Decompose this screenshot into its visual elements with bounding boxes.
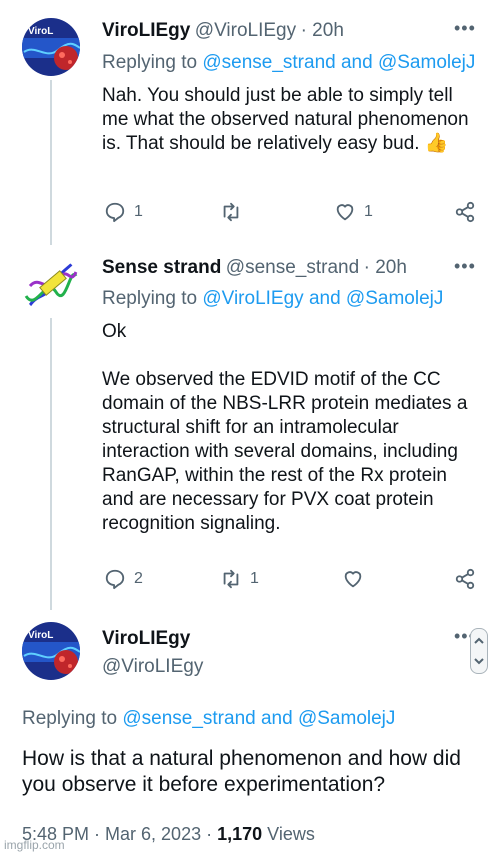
tweet-timestamp[interactable]: 5:48 PM · Mar 6, 2023 · 1,170 Views [22,824,315,845]
like-button[interactable] [342,568,372,590]
display-name[interactable]: ViroLIEgy [102,20,190,41]
more-options-icon[interactable]: ••• [454,18,476,39]
tweet-header: ViroLIEgy @ViroLIEgy · 20h [102,20,344,42]
heart-icon [336,204,354,221]
tweet-actions: 2 1 [102,568,480,592]
handle[interactable]: @ViroLIEgy [102,656,203,678]
replying-to: Replying to @sense_strand and @SamolejJ [22,708,395,730]
replying-prefix: Replying to [102,288,203,309]
retweet-button[interactable] [220,201,250,223]
reply-button[interactable]: 2 [104,568,143,590]
tweet-text: Ok We observed the EDVID motif of the CC… [102,321,468,534]
avatar-image: ViroL [22,18,80,76]
reply-button[interactable]: 1 [104,201,143,223]
watermark: imgflip.com [4,838,65,852]
tweet-time[interactable]: · 20h [301,20,344,41]
share-button[interactable] [454,568,476,590]
chevron-up-down-icon [474,637,484,665]
thread-line [50,80,52,245]
retweet-button[interactable]: 1 [220,568,259,590]
reply-count: 1 [134,203,143,220]
reply-icon [105,569,125,590]
tweet-time[interactable]: · 20h [364,257,407,278]
dna-helix-icon [24,260,78,309]
retweet-icon [223,202,239,222]
avatar-logo-text: ViroL [28,630,53,641]
replying-prefix: Replying to [22,708,123,729]
avatar-image: ViroL [22,622,80,680]
like-count: 1 [364,203,373,220]
retweet-count: 1 [250,570,259,587]
tweet-actions: 1 1 [102,201,480,225]
views-label: Views [262,824,315,844]
display-name[interactable]: Sense strand [102,257,221,278]
replying-users-link[interactable]: @sense_strand and @SamolejJ [202,52,475,73]
replying-prefix: Replying to [102,52,203,73]
share-icon [455,201,475,223]
avatar-sense-strand[interactable] [22,256,80,314]
replying-users-link[interactable]: @ViroLIEgy and @SamolejJ [202,288,443,309]
replying-users-link[interactable]: @sense_strand and @SamolejJ [122,708,395,729]
handle[interactable]: @ViroLIEgy [195,20,296,41]
handle[interactable]: @sense_strand [226,257,359,278]
retweet-icon [223,569,239,589]
scrollbar-handle[interactable] [470,628,488,674]
avatar-virolieggy[interactable]: ViroL [22,622,80,680]
views-count: 1,170 [217,824,263,844]
heart-icon [344,571,362,588]
share-button[interactable] [454,201,476,223]
avatar-virolieggy[interactable]: ViroL [22,18,80,76]
thread-line [50,318,52,610]
share-icon [455,568,475,590]
tweet-text: Nah. You should just be able to simply t… [102,85,474,154]
replying-to: Replying to @sense_strand and @SamolejJ [102,52,475,74]
replying-to: Replying to @ViroLIEgy and @SamolejJ [102,288,443,310]
reply-count: 2 [134,570,143,587]
more-options-icon[interactable]: ••• [454,256,476,277]
display-name[interactable]: ViroLIEgy [102,628,190,650]
tweet-text: How is that a natural phenomenon and how… [22,747,461,796]
like-button[interactable]: 1 [334,201,373,223]
tweet-header: Sense strand @sense_strand · 20h [102,257,407,279]
reply-icon [105,202,125,223]
avatar-logo-text: ViroL [28,26,53,37]
